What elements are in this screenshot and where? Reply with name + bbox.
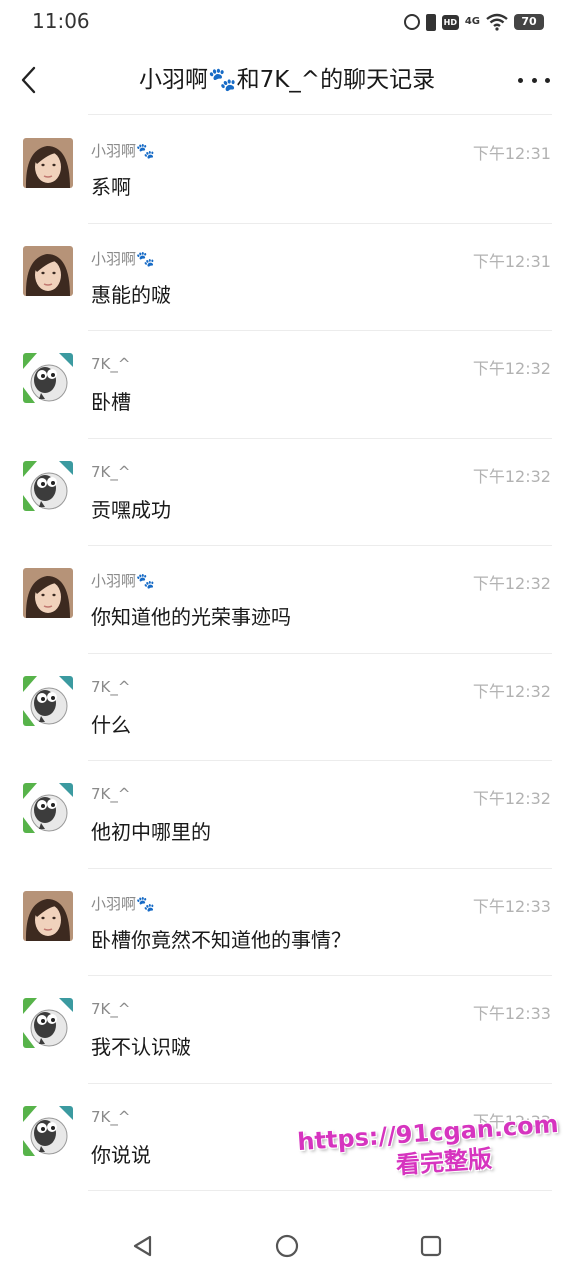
message-time: 下午12:33	[472, 1004, 551, 1023]
message-item[interactable]: 小羽啊🐾 下午12:31 惠能的啵	[0, 224, 574, 331]
message-sender: 7K_^	[91, 355, 131, 373]
girl-avatar[interactable]	[23, 568, 73, 618]
wifi-icon	[486, 13, 508, 31]
message-time: 下午12:32	[472, 574, 551, 593]
message-sender: 小羽啊🐾	[91, 142, 155, 160]
message-item[interactable]: 7K_^ 下午12:32 卧槽	[0, 331, 574, 439]
girl-avatar[interactable]	[23, 138, 73, 188]
status-bar: 11:06 HD 4G 70	[0, 0, 574, 44]
message-list[interactable]: 小羽啊🐾 下午12:31 系啊 小羽啊🐾 下午12:31 惠能的啵 7K_^ 下午12:32 卧…	[0, 116, 574, 1212]
status-icons: HD 4G 70	[403, 12, 544, 32]
hd-icon: HD	[441, 14, 459, 30]
more-dot-icon	[545, 77, 550, 83]
message-item[interactable]: 小羽啊🐾 下午12:32 你知道他的光荣事迹吗	[0, 546, 574, 654]
message-item[interactable]: 7K_^ 下午12:33 我不认识啵	[0, 976, 574, 1084]
message-time: 下午12:31	[472, 251, 551, 271]
message-text: 我不认识啵	[91, 1035, 191, 1059]
battery-icon: 70	[514, 14, 544, 30]
message-item[interactable]: 7K_^ 下午12:32 他初中哪里的	[0, 761, 574, 869]
message-text: 他初中哪里的	[91, 820, 211, 844]
message-text: 卧槽你竟然不知道他的事情？	[91, 927, 351, 952]
message-text: 你说说	[91, 1142, 151, 1167]
message-text: 系啊	[91, 175, 131, 199]
nav-home-button[interactable]	[273, 1232, 301, 1260]
sheep-avatar[interactable]	[23, 353, 73, 403]
message-sender: 7K_^	[91, 1000, 131, 1018]
message-text: 贡嘿成功	[91, 497, 171, 522]
message-sender: 小羽啊🐾	[91, 249, 155, 268]
message-text: 你知道他的光荣事迹吗	[91, 605, 291, 629]
sheep-avatar[interactable]	[23, 783, 73, 833]
message-time: 下午12:33	[472, 896, 551, 916]
message-sender: 7K_^	[91, 1107, 131, 1126]
more-button[interactable]	[518, 68, 550, 92]
more-dot-icon	[518, 77, 523, 83]
sheep-avatar[interactable]	[23, 1105, 73, 1156]
vibrate-icon	[425, 13, 436, 31]
message-item[interactable]: 7K_^	[0, 1191, 574, 1212]
message-time: 下午12:32	[472, 789, 551, 808]
message-time: 下午12:32	[472, 681, 551, 701]
girl-avatar[interactable]	[23, 245, 73, 296]
message-time: 下午12:32	[472, 466, 551, 486]
status-time: 11:06	[32, 9, 90, 33]
back-button[interactable]	[12, 58, 52, 102]
sheep-avatar[interactable]	[23, 998, 73, 1048]
page-title: 小羽啊🐾和7K_^的聊天记录	[138, 67, 436, 93]
message-item[interactable]: 小羽啊🐾 下午12:33 卧槽你竟然不知道他的事情？	[0, 869, 574, 976]
nav-recents-button[interactable]	[417, 1232, 445, 1260]
message-item[interactable]: 小羽啊🐾 下午12:31 系啊	[0, 116, 574, 224]
message-time: 下午12:32	[472, 359, 551, 378]
message-item[interactable]: 7K_^ 下午12:32 贡嘿成功	[0, 439, 574, 546]
alarm-icon	[403, 14, 420, 30]
message-time: 下午12:31	[472, 144, 551, 163]
message-sender: 7K_^	[91, 677, 131, 696]
more-dot-icon	[531, 77, 537, 83]
message-item[interactable]: 7K_^ 下午12:32 什么	[0, 654, 574, 761]
header-divider	[88, 114, 552, 115]
message-text: 惠能的啵	[91, 282, 171, 307]
message-sender: 7K_^	[91, 462, 131, 481]
message-sender: 小羽啊🐾	[91, 894, 155, 913]
sheep-avatar[interactable]	[23, 675, 73, 726]
network-type: 4G	[464, 16, 480, 27]
message-sender: 小羽啊🐾	[91, 572, 155, 590]
sheep-avatar[interactable]	[23, 460, 73, 511]
nav-bar	[0, 1216, 574, 1280]
nav-back-button[interactable]	[129, 1232, 157, 1260]
girl-avatar[interactable]	[23, 890, 73, 941]
message-text: 卧槽	[91, 390, 131, 414]
message-text: 什么	[91, 712, 131, 737]
header: 小羽啊🐾和7K_^的聊天记录	[0, 44, 574, 116]
message-sender: 7K_^	[91, 785, 131, 803]
